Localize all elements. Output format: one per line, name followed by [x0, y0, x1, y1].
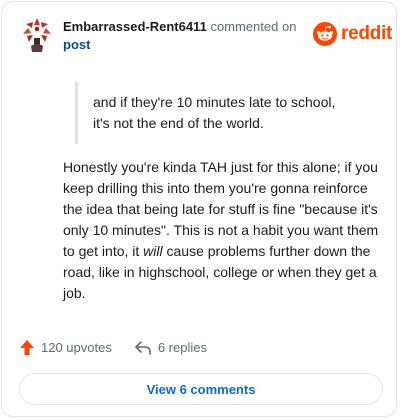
quote-line: and if they're 10 minutes late to school… — [93, 94, 336, 110]
reddit-snoo-icon — [313, 22, 337, 46]
upvote-button[interactable]: 120 upvotes — [19, 339, 112, 356]
blockquote: and if they're 10 minutes late to school… — [75, 82, 365, 144]
action-bar: 120 upvotes 6 replies — [19, 339, 207, 356]
post-link[interactable]: post — [63, 36, 303, 54]
commented-on-text: commented on — [210, 19, 297, 34]
avatar[interactable] — [20, 16, 54, 54]
comment-emphasis: will — [143, 243, 163, 259]
quote-line: it's not the end of the world. — [93, 115, 264, 131]
comment-card: Embarrassed-Rent6411 commented on post r… — [1, 1, 397, 417]
comment-body: Honestly you're kinda TAH just for this … — [63, 157, 383, 304]
view-comments-button[interactable]: View 6 comments — [19, 373, 383, 405]
username[interactable]: Embarrassed-Rent6411 — [63, 19, 207, 34]
reply-count: 6 replies — [157, 340, 207, 355]
reddit-wordmark: reddit — [341, 23, 392, 44]
view-comments-label: View 6 comments — [146, 381, 256, 397]
reply-arrow-icon — [135, 340, 151, 355]
upvote-count: 120 upvotes — [41, 340, 112, 355]
replies-button[interactable]: 6 replies — [134, 340, 207, 356]
avatar-flower-icon — [23, 18, 51, 52]
upvote-arrow-icon — [20, 340, 34, 355]
reddit-logo[interactable]: reddit — [313, 22, 392, 46]
comment-header: Embarrassed-Rent6411 commented on post — [63, 18, 303, 54]
